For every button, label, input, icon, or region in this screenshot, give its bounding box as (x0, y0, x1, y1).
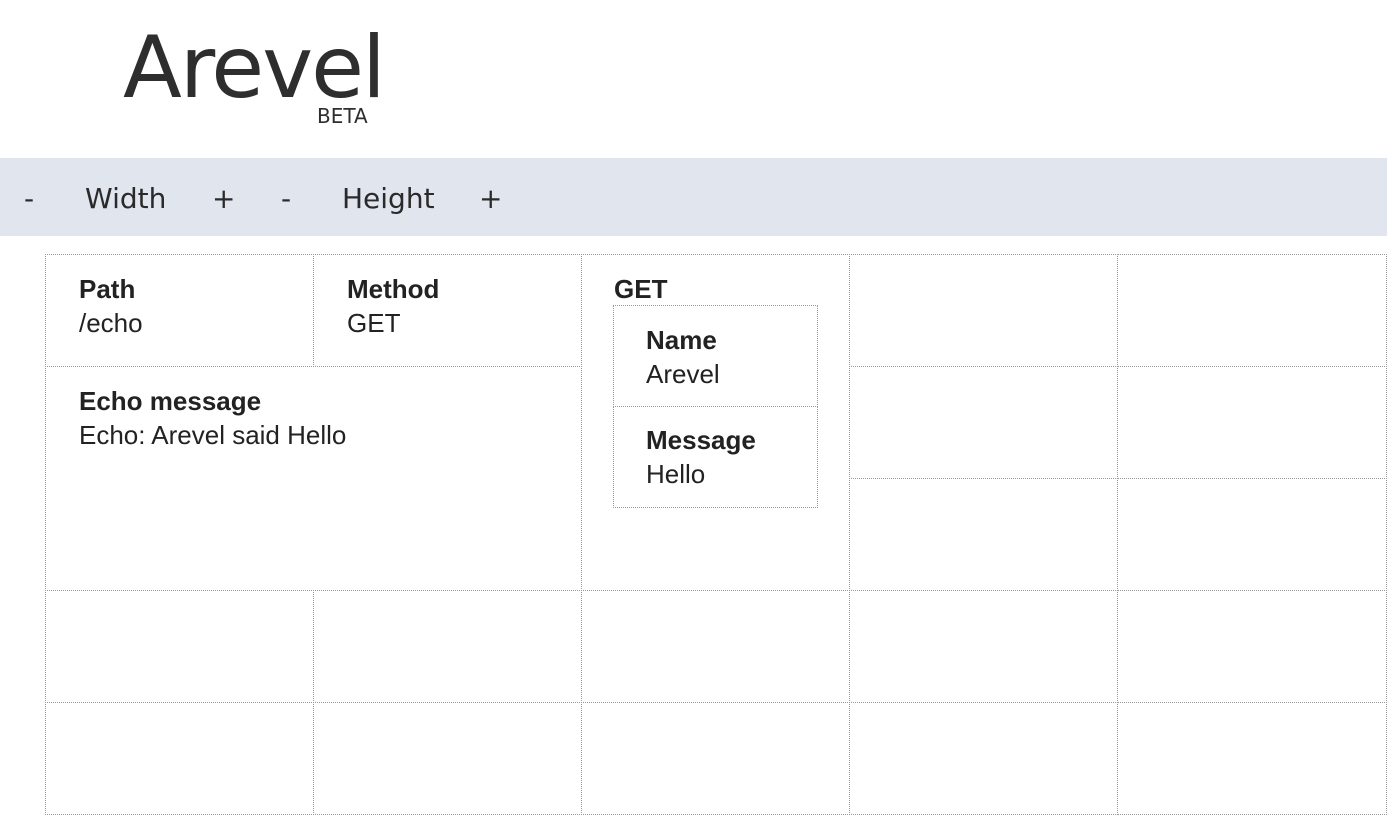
empty-cell[interactable] (849, 254, 1118, 367)
name-value: Arevel (646, 359, 720, 389)
empty-cell[interactable] (313, 590, 582, 703)
name-label: Name (646, 325, 717, 355)
app-header: Arevel BETA (0, 0, 1387, 158)
echo-message-cell[interactable]: Echo message Echo: Arevel said Hello (45, 366, 582, 591)
logo-wordmark: Arevel (123, 18, 386, 118)
empty-cell[interactable] (313, 702, 582, 815)
empty-cell[interactable] (1117, 366, 1387, 479)
empty-cell[interactable] (1117, 590, 1387, 703)
get-cell[interactable]: GET Name Arevel Message Hello (581, 254, 850, 591)
empty-cell[interactable] (581, 590, 850, 703)
height-decrease-button[interactable]: - (281, 158, 291, 236)
width-decrease-button[interactable]: - (24, 158, 34, 236)
height-increase-button[interactable]: + (479, 158, 502, 236)
method-cell[interactable]: Method GET (313, 254, 582, 367)
beta-badge: BETA (317, 104, 368, 128)
empty-cell[interactable] (45, 590, 314, 703)
empty-cell[interactable] (1117, 478, 1387, 591)
resize-toolbar: - Width + - Height + (0, 158, 1387, 236)
empty-cell[interactable] (849, 702, 1118, 815)
empty-cell[interactable] (581, 702, 850, 815)
message-subcell[interactable]: Message Hello (613, 406, 818, 508)
empty-cell[interactable] (1117, 702, 1387, 815)
empty-cell[interactable] (45, 702, 314, 815)
cell-grid: Path /echo Method GET GET Name Arevel Me… (45, 254, 1387, 815)
height-label: Height (342, 182, 435, 215)
path-cell[interactable]: Path /echo (45, 254, 314, 367)
arevel-logo[interactable]: Arevel BETA (123, 18, 386, 133)
path-label: Path (79, 274, 136, 304)
empty-cell[interactable] (849, 590, 1118, 703)
method-label: Method (347, 274, 440, 304)
empty-cell[interactable] (849, 478, 1118, 591)
width-increase-button[interactable]: + (212, 158, 235, 236)
message-value: Hello (646, 459, 706, 489)
method-value: GET (347, 308, 401, 338)
path-value: /echo (79, 308, 143, 338)
echo-message-value: Echo: Arevel said Hello (79, 420, 347, 450)
name-subcell[interactable]: Name Arevel (613, 305, 818, 407)
empty-cell[interactable] (849, 366, 1118, 479)
echo-message-label: Echo message (79, 386, 262, 416)
empty-cell[interactable] (1117, 254, 1387, 367)
get-title: GET (614, 274, 668, 304)
width-label: Width (85, 182, 167, 215)
message-label: Message (646, 425, 756, 455)
